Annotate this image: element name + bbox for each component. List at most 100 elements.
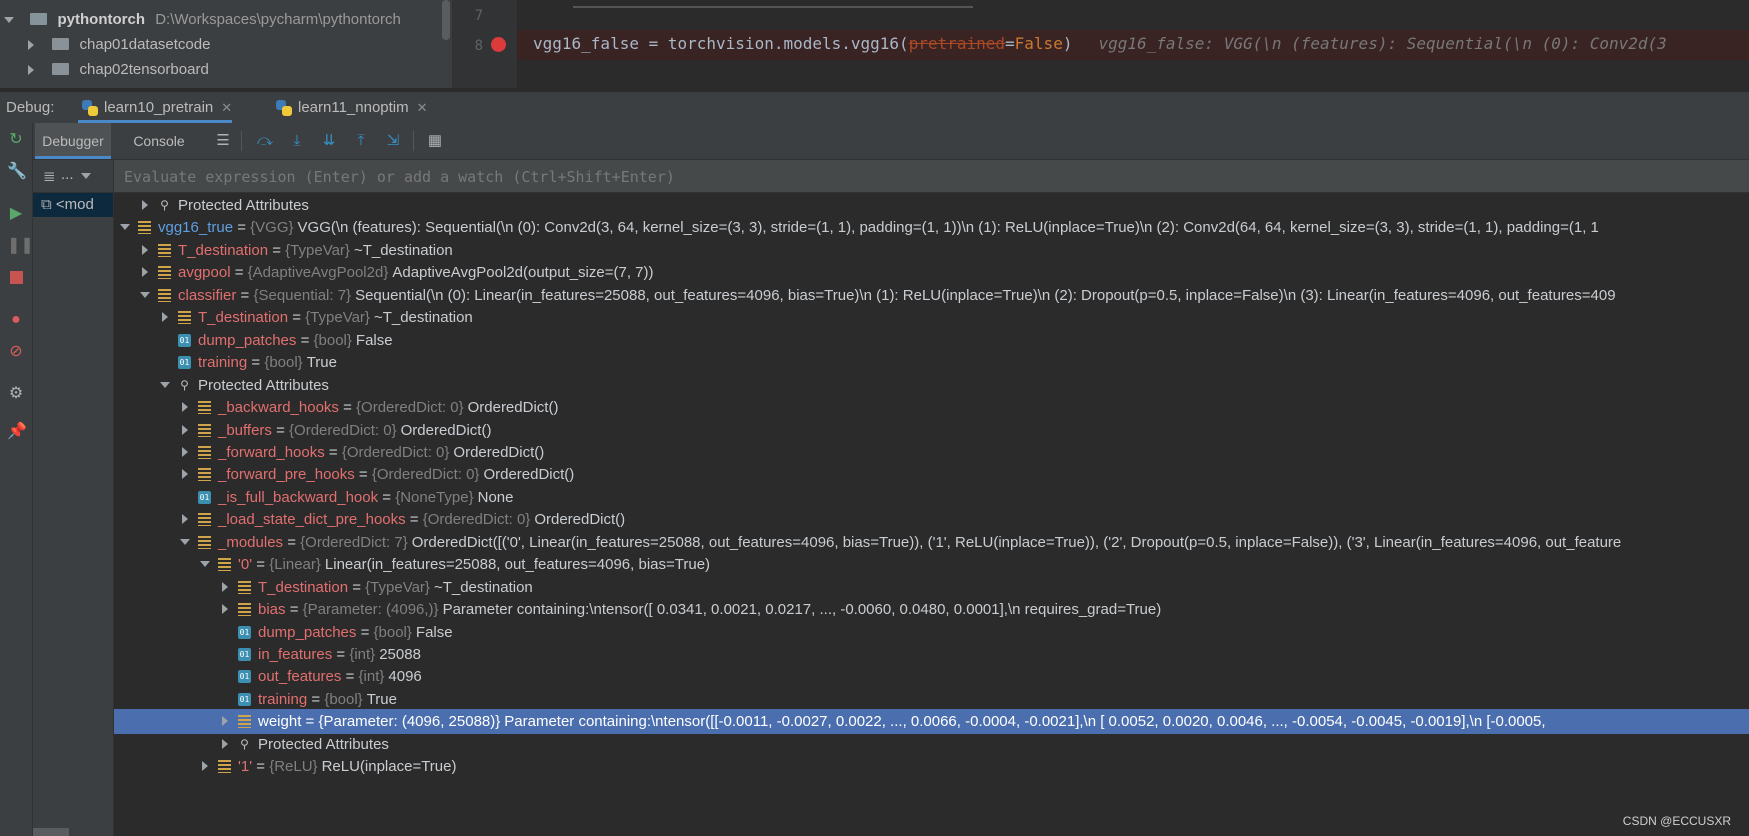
object-icon [218, 760, 231, 773]
code-editor[interactable]: 7 8 vgg16_false = torchvision.models.vgg… [453, 0, 1749, 88]
variable-row[interactable]: _load_state_dict_pre_hooks = {OrderedDic… [114, 507, 1749, 532]
variable-type: {OrderedDict: 0} [356, 399, 464, 416]
variable-name: '0' [238, 556, 253, 573]
variable-value: True [366, 691, 397, 708]
variable-type: {int} [349, 646, 376, 663]
tab-console[interactable]: Console [125, 123, 193, 159]
object-icon [198, 536, 211, 549]
chevron-down-icon[interactable] [198, 552, 212, 577]
variable-value: OrderedDict() [534, 511, 626, 528]
line-number: 7 [474, 8, 483, 24]
python-icon [276, 100, 292, 116]
wrench-icon[interactable]: 🔧 [7, 163, 27, 181]
chevron-right-icon[interactable] [218, 597, 232, 622]
variable-row[interactable]: weight = {Parameter: (4096, 25088)} Param… [114, 709, 1749, 734]
chevron-right-icon[interactable] [158, 305, 172, 330]
variable-text: weight = {Parameter: (4096, 25088)} Param… [258, 709, 1546, 734]
scrollbar[interactable] [442, 0, 450, 40]
step-into-my-code-icon[interactable]: ⇊ [319, 131, 339, 151]
primitive-icon: 01 [238, 670, 251, 683]
debug-label: Debug: [6, 99, 55, 116]
variable-type: {VGG} [250, 219, 294, 236]
step-out-icon[interactable]: ⤒ [351, 131, 371, 151]
variable-text: _backward_hooks = {OrderedDict: 0} Ordere… [218, 395, 558, 420]
line-number: 8 [474, 38, 483, 54]
project-item[interactable]: chap01datasetcode [28, 33, 210, 57]
tab-learn10-pretrain[interactable]: learn10_pretrain ✕ [78, 92, 233, 123]
folder-icon [52, 63, 70, 76]
project-root-path: D:\Workspaces\pycharm\pythontorch [155, 11, 401, 28]
tab-learn11-nnoptim[interactable]: learn11_nnoptim ✕ [272, 92, 428, 123]
frames-header[interactable]: ≣ ... [33, 160, 113, 193]
protected-attributes-icon: ⚲ [240, 737, 249, 751]
close-icon[interactable]: ✕ [221, 100, 232, 115]
chevron-right-icon[interactable] [178, 395, 192, 420]
project-item[interactable]: chap02tensorboard [28, 58, 209, 82]
frames-panel: ≣ ... ⧉ <mod [33, 160, 114, 836]
variable-row[interactable]: '1' = {ReLU} ReLU(inplace=True) [114, 754, 1749, 779]
variable-text: _load_state_dict_pre_hooks = {OrderedDic… [218, 507, 625, 532]
pin-icon[interactable]: 📌 [7, 423, 27, 441]
chevron-right-icon[interactable] [138, 260, 152, 285]
stop-icon[interactable] [7, 269, 25, 287]
frame-item[interactable]: ⧉ <mod [33, 193, 113, 217]
chevron-right-icon[interactable] [218, 709, 232, 734]
equals-sign: = [288, 309, 306, 326]
menu-icon[interactable]: ☰ [213, 131, 233, 151]
chevron-down-icon[interactable] [81, 173, 91, 179]
variable-row[interactable]: vgg16_true = {VGG} VGG(\n (features): Seq… [114, 215, 1749, 240]
step-into-icon[interactable]: ⤓ [287, 131, 307, 151]
chevron-down-icon[interactable] [4, 17, 14, 24]
step-over-icon[interactable]: ⤼ [255, 131, 275, 151]
variable-type: {bool} [264, 354, 303, 371]
close-icon[interactable]: ✕ [417, 100, 428, 115]
chevron-right-icon[interactable] [198, 754, 212, 779]
table-icon[interactable]: ▦ [425, 131, 445, 151]
equals-sign: = [348, 579, 366, 596]
variable-name: classifier [178, 287, 237, 304]
variable-name: out_features [258, 668, 342, 685]
editor-tab-strip [573, 0, 973, 8]
variable-row[interactable]: T_destination = {TypeVar} ~T_destination [114, 305, 1749, 330]
gear-icon[interactable]: ⚙ [7, 385, 25, 403]
variable-type: {Parameter: (4096,)} [302, 601, 439, 618]
rerun-icon[interactable]: ↻ [7, 131, 25, 149]
editor-gutter: 7 8 [453, 0, 517, 88]
chevron-down-icon[interactable] [118, 215, 132, 240]
tab-debugger[interactable]: Debugger [35, 123, 111, 159]
variable-value: Parameter containing:\ntensor([ 0.0341, … [442, 601, 1162, 618]
variable-row[interactable]: _forward_pre_hooks = {OrderedDict: 0} Ord… [114, 462, 1749, 487]
variable-value: Parameter containing:\ntensor([[-0.0011,… [504, 713, 1546, 730]
primitive-icon: 01 [238, 693, 251, 706]
mute-breakpoints-icon[interactable]: ⊘ [7, 343, 25, 361]
variable-row[interactable]: '0' = {Linear} Linear(in_features=25088, … [114, 552, 1749, 577]
equals-sign: = [252, 556, 270, 573]
variable-row[interactable]: 01 out_features = {int} 4096 [114, 664, 1749, 689]
chevron-right-icon[interactable] [178, 507, 192, 532]
resume-icon[interactable]: ▶ [7, 205, 25, 223]
variable-row[interactable]: _backward_hooks = {OrderedDict: 0} Ordere… [114, 395, 1749, 420]
object-icon [238, 603, 251, 616]
variables-panel: ⚲Protected Attributesvgg16_true = {VGG}V… [114, 160, 1749, 836]
variable-value: Linear(in_features=25088, out_features=4… [324, 556, 711, 573]
breakpoint-icon[interactable] [491, 37, 506, 52]
variable-type: {int} [358, 668, 385, 685]
project-root[interactable]: pythontorch D:\Workspaces\pycharm\python… [4, 8, 401, 32]
equals-sign: = [332, 646, 350, 663]
variable-type: {Sequential: 7} [253, 287, 352, 304]
view-breakpoints-icon[interactable]: ● [7, 311, 25, 329]
pause-icon[interactable]: ❚❚ [7, 237, 34, 255]
chevron-right-icon[interactable] [28, 65, 34, 76]
variable-row[interactable]: avgpool = {AdaptiveAvgPool2d} AdaptiveAvg… [114, 260, 1749, 285]
run-to-cursor-icon[interactable]: ⇲ [383, 131, 403, 151]
toolbar-separator [241, 131, 242, 151]
chevron-right-icon[interactable] [178, 462, 192, 487]
thread-selector: ... [61, 166, 74, 183]
variable-value: Sequential(\n (0): Linear(in_features=25… [355, 287, 1616, 304]
scrollbar[interactable] [33, 828, 69, 836]
object-icon [198, 401, 211, 414]
variable-row[interactable]: bias = {Parameter: (4096,)} Parameter con… [114, 597, 1749, 622]
watch-expression-input[interactable] [122, 165, 1626, 189]
variable-row[interactable]: 01 training = {bool} True [114, 350, 1749, 375]
chevron-right-icon[interactable] [28, 40, 34, 51]
